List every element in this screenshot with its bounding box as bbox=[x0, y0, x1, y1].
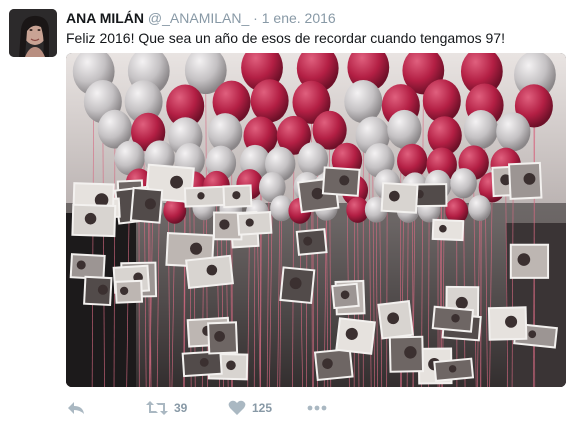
hanging-photo bbox=[431, 218, 465, 242]
like-count: 125 bbox=[252, 401, 273, 415]
reply-icon bbox=[68, 402, 84, 414]
hanging-photo bbox=[222, 184, 253, 209]
hanging-photo bbox=[331, 282, 360, 310]
tweet-text: Feliz 2016! Que sea un año de esos de re… bbox=[66, 30, 505, 46]
silver-balloon bbox=[208, 113, 243, 152]
tweet-date[interactable]: 1 ene. 2016 bbox=[262, 10, 336, 26]
hanging-photo bbox=[433, 357, 475, 382]
like-button[interactable]: 125 bbox=[228, 395, 272, 421]
separator-dot: · bbox=[253, 10, 258, 26]
avatar[interactable] bbox=[9, 9, 57, 57]
hanging-photo bbox=[185, 254, 234, 289]
tweet-actions: 39 125 bbox=[66, 395, 566, 421]
hanging-photo bbox=[295, 228, 328, 256]
retweet-icon bbox=[146, 401, 168, 415]
hanging-photo bbox=[509, 243, 550, 279]
retweet-count: 39 bbox=[174, 401, 188, 415]
hanging-photo bbox=[279, 266, 316, 305]
author-handle[interactable]: @_ANAMILAN_ bbox=[148, 10, 249, 26]
silver-balloon bbox=[344, 79, 383, 124]
heart-icon bbox=[228, 400, 246, 415]
more-icon bbox=[307, 405, 327, 411]
balloon-photo bbox=[66, 53, 566, 387]
hanging-photo bbox=[507, 161, 543, 200]
author-name[interactable]: ANA MILÁN bbox=[66, 10, 144, 26]
red-balloon bbox=[422, 79, 461, 123]
red-balloon bbox=[250, 79, 289, 123]
hanging-photo bbox=[380, 182, 419, 214]
retweet-button[interactable]: 39 bbox=[146, 395, 187, 421]
hanging-photo bbox=[321, 166, 361, 197]
hanging-photo bbox=[236, 210, 273, 236]
silver-balloon bbox=[496, 112, 531, 152]
hanging-photo bbox=[181, 350, 223, 378]
more-button[interactable] bbox=[307, 395, 327, 421]
hanging-photo bbox=[71, 203, 117, 238]
avatar-image bbox=[9, 9, 57, 57]
silver-balloon bbox=[468, 195, 492, 222]
hanging-photo bbox=[388, 335, 425, 373]
hanging-photo bbox=[183, 185, 227, 208]
hanging-photo bbox=[313, 347, 354, 382]
hanging-photo bbox=[377, 300, 414, 340]
silver-balloon bbox=[450, 168, 477, 199]
hanging-photo bbox=[431, 305, 475, 333]
hanging-photo bbox=[207, 321, 239, 355]
hanging-photo bbox=[487, 306, 528, 341]
silver-balloon bbox=[463, 109, 499, 149]
hanging-photo bbox=[335, 317, 376, 355]
hanging-photo bbox=[83, 275, 113, 307]
reply-button[interactable] bbox=[66, 395, 86, 421]
silver-balloon bbox=[387, 109, 422, 149]
hanging-photo bbox=[129, 186, 164, 224]
hanging-photo bbox=[114, 279, 144, 304]
tweet-header: ANA MILÁN @_ANAMILAN_ · 1 ene. 2016 bbox=[66, 9, 336, 27]
tweet-photo[interactable] bbox=[66, 53, 566, 387]
